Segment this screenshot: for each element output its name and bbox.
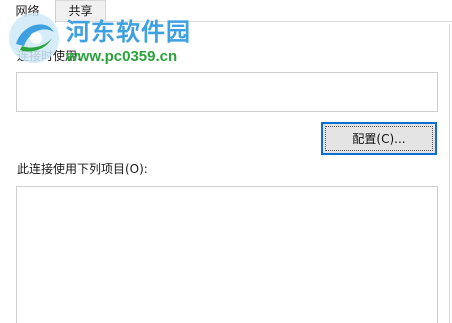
items-list[interactable] (16, 186, 438, 323)
configure-button-focus-rect: 配置(C)... (325, 126, 433, 151)
tab-sharing[interactable]: 共享 (56, 0, 106, 22)
adapter-field[interactable] (16, 72, 438, 112)
tab-strip-divider (106, 21, 452, 22)
items-label: 此连接使用下列项目(O): (17, 162, 148, 176)
tab-strip: 网络 共享 (0, 0, 452, 24)
configure-button-label: 配置(C)... (352, 132, 406, 146)
tab-network[interactable]: 网络 (0, 0, 56, 23)
configure-button[interactable]: 配置(C)... (321, 122, 437, 155)
watermark-site-url: www.pc0359.cn (66, 48, 178, 65)
tab-network-label: 网络 (15, 4, 40, 18)
network-properties-dialog: 网络 共享 连接时使用: 配置(C)... 此连接使用下列项目(O): 河东软件… (0, 0, 452, 323)
dialog-right-edge (449, 24, 450, 323)
connect-using-label: 连接时使用: (17, 49, 82, 63)
tab-sharing-label: 共享 (68, 4, 93, 18)
